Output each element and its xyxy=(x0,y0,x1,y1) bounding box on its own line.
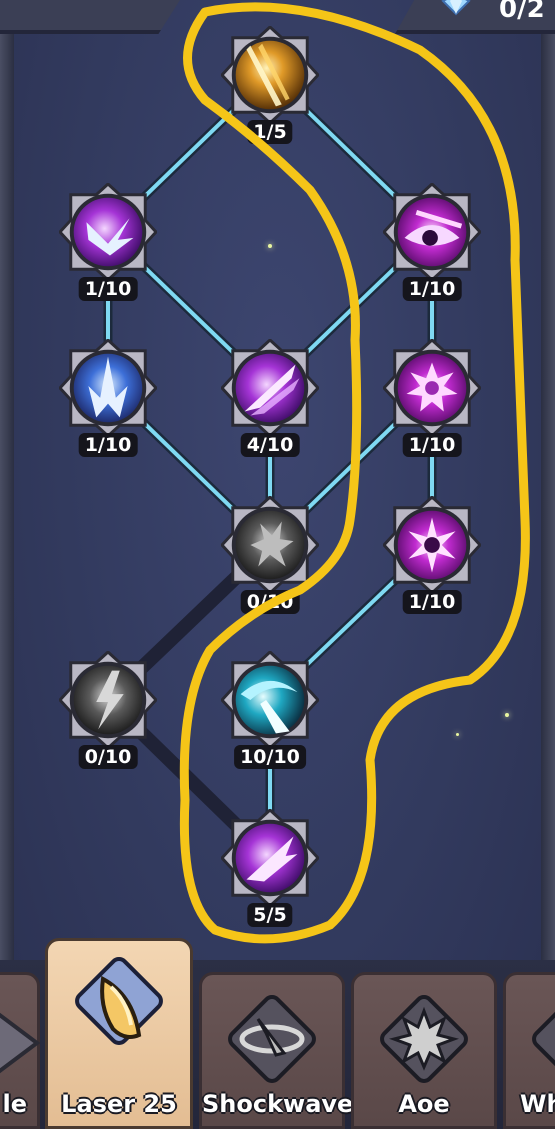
laser-beam-icon xyxy=(221,26,319,124)
sparkle xyxy=(268,244,272,248)
skill-node-left-2[interactable]: 1/10 xyxy=(53,333,163,483)
skill-level-badge: 1/10 xyxy=(78,433,138,457)
claw-burst-icon xyxy=(59,183,157,281)
skill-node-left-1[interactable]: 1/10 xyxy=(53,177,163,327)
skill-level-badge: 1/10 xyxy=(402,590,462,614)
skill-level-badge: 1/5 xyxy=(247,120,293,144)
sparkle xyxy=(505,713,509,717)
whirl-icon xyxy=(532,995,555,1083)
lightning-icon xyxy=(59,651,157,749)
tab-label: Wh xyxy=(520,1090,555,1118)
tab-label: le xyxy=(2,1090,27,1118)
spark-icon xyxy=(383,496,481,594)
vortex-beam-icon xyxy=(221,651,319,749)
skill-node-right-2[interactable]: 1/10 xyxy=(377,333,487,483)
skill-node-top[interactable]: 1/5 xyxy=(215,20,325,170)
shockwave-icon xyxy=(228,995,316,1083)
skill-level-badge: 4/10 xyxy=(240,433,300,457)
skill-node-right-3[interactable]: 1/10 xyxy=(377,490,487,640)
slash-icon xyxy=(221,339,319,437)
skill-level-badge: 0/10 xyxy=(240,590,300,614)
impact-burst-icon xyxy=(221,809,319,907)
skill-level-badge: 1/10 xyxy=(402,433,462,457)
tab-whirl[interactable]: Wh xyxy=(503,972,555,1129)
skill-node-right-1[interactable]: 1/10 xyxy=(377,177,487,327)
skill-node-center-3[interactable]: 0/10 xyxy=(215,490,325,640)
ice-spike-icon xyxy=(59,339,157,437)
tab-laser[interactable]: Laser 25 xyxy=(45,938,193,1129)
tab-label: Shockwave xyxy=(202,1090,354,1118)
skill-level-badge: 0/10 xyxy=(78,745,138,769)
skill-level-badge: 5/5 xyxy=(247,903,293,927)
skill-node-left-4[interactable]: 0/10 xyxy=(53,645,163,795)
tab-aoe[interactable]: Aoe xyxy=(351,972,497,1129)
tab-partial-left[interactable]: le xyxy=(0,972,41,1129)
eye-beam-icon xyxy=(383,183,481,281)
skill-level-badge: 10/10 xyxy=(234,745,306,769)
radiant-burst-icon xyxy=(383,339,481,437)
category-tab-bar: le Laser 25 Shockwave Aoe W xyxy=(0,938,555,1129)
tab-shockwave[interactable]: Shockwave xyxy=(199,972,354,1129)
tab-label: Laser 25 xyxy=(61,1090,177,1118)
skill-node-center-4[interactable]: 10/10 xyxy=(215,645,325,795)
explosion-icon xyxy=(380,995,468,1083)
laser-icon xyxy=(75,957,163,1045)
skill-level-badge: 1/10 xyxy=(78,277,138,301)
skill-node-center-5[interactable]: 5/5 xyxy=(215,803,325,953)
skill-node-center-2[interactable]: 4/10 xyxy=(215,333,325,483)
tab-label: Aoe xyxy=(398,1090,450,1118)
skill-tree-screen: 0/2 1/5 1/10 1/10 1/10 4/10 1/10 0/10 1/… xyxy=(0,0,555,1129)
sparkle xyxy=(456,733,459,736)
skill-level-badge: 1/10 xyxy=(402,277,462,301)
shatter-icon xyxy=(221,496,319,594)
